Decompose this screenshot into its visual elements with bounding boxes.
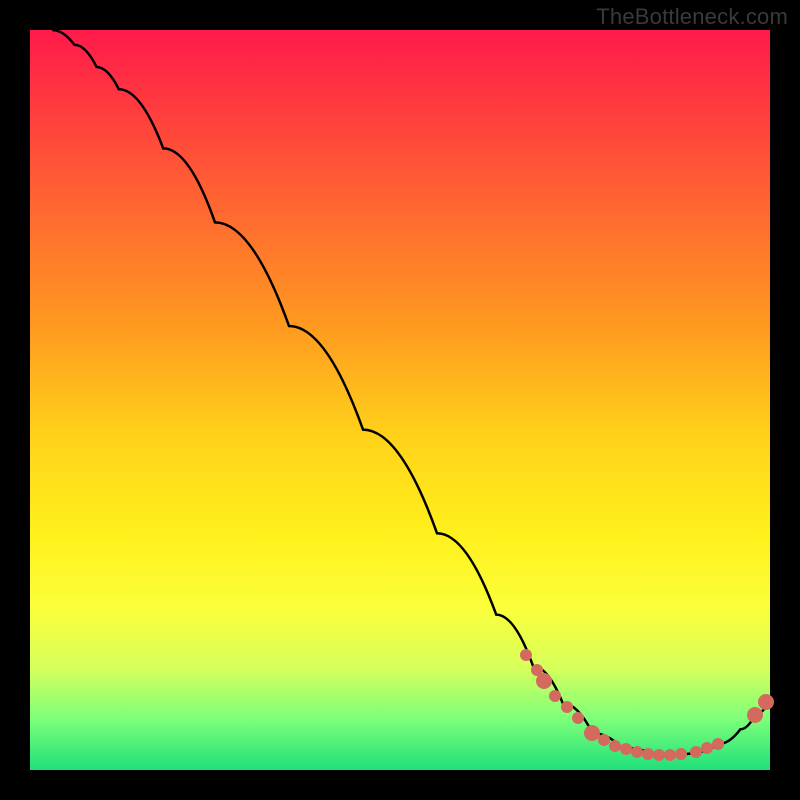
highlight-dot <box>520 649 532 661</box>
highlight-dot <box>631 746 643 758</box>
highlight-dot <box>572 712 584 724</box>
highlight-dot <box>609 740 621 752</box>
highlight-dot <box>620 743 632 755</box>
bottleneck-curve <box>30 30 770 770</box>
highlight-dot <box>747 707 763 723</box>
highlight-dot <box>758 694 774 710</box>
highlight-dot <box>598 734 610 746</box>
chart-plot-area <box>30 30 770 770</box>
watermark-text: TheBottleneck.com <box>596 4 788 30</box>
highlight-dot <box>561 701 573 713</box>
